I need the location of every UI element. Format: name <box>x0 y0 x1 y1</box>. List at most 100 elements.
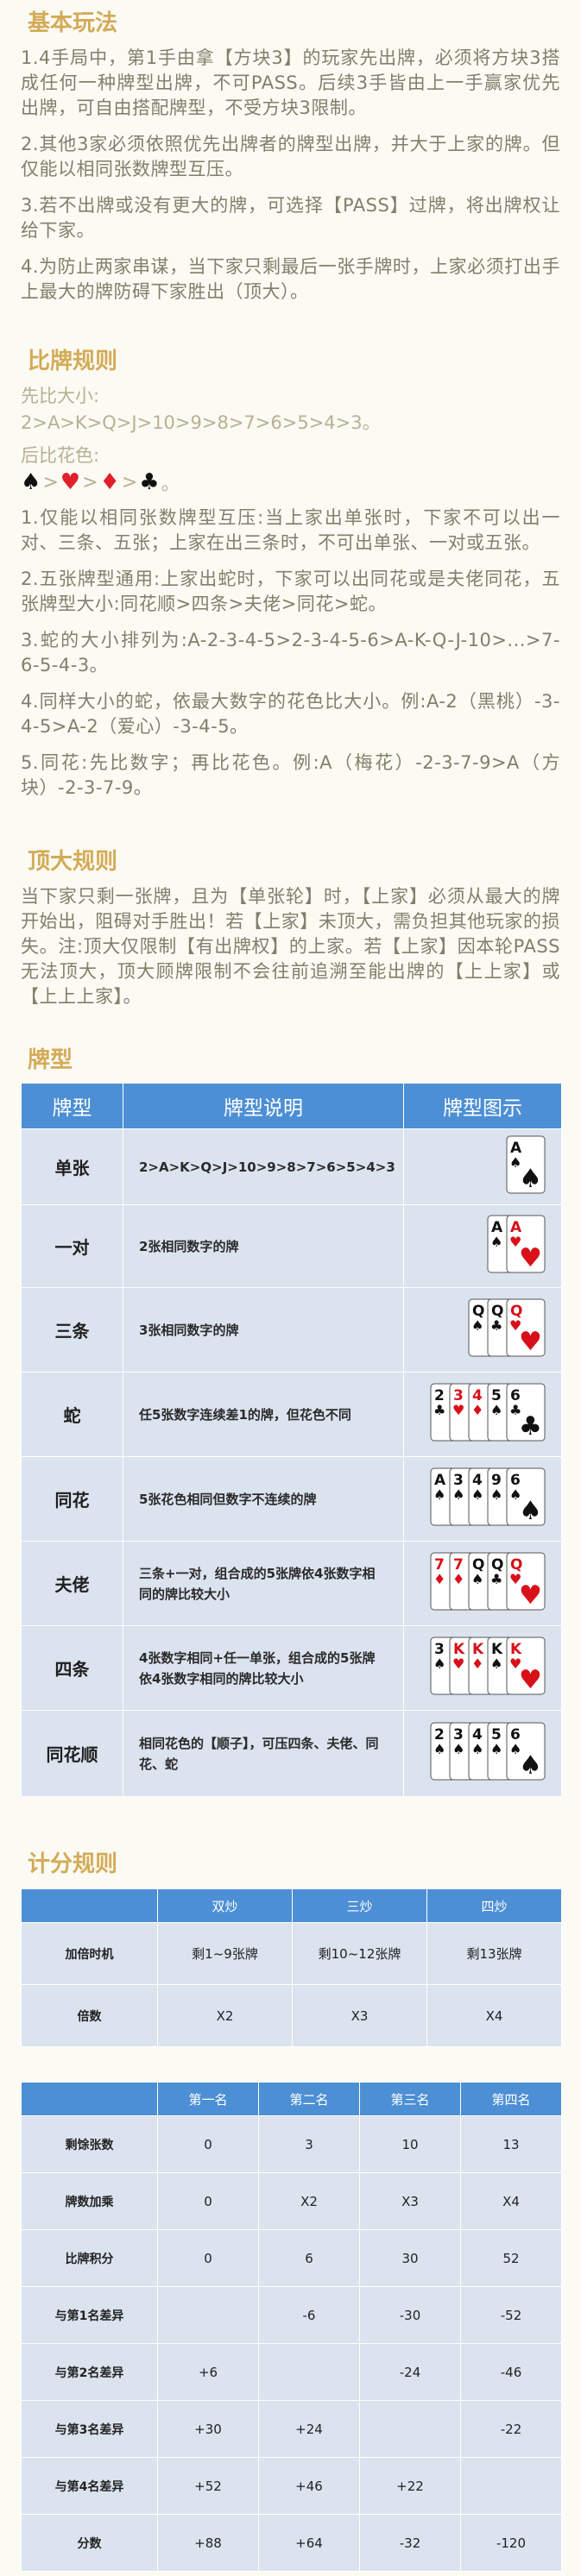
card-type-name: 三条 <box>21 1287 123 1373</box>
score-row-label: 加倍时机 <box>21 1922 158 1985</box>
score-section: 计分规则 双炒 三炒 四炒 加倍时机 剩1~9张牌 剩10~12张牌 剩13张牌 倍数 X2 X… <box>0 1846 581 2572</box>
svg-text:♣: ♣ <box>433 1402 445 1418</box>
score-row: 与第3名差异 +30 +24 -22 <box>21 2400 562 2458</box>
svg-text:♦: ♦ <box>471 1656 483 1672</box>
card-type-image: 3 ♠ K ♥ K ♦ K ♠ K ♥ ♥ <box>403 1625 562 1711</box>
playing-cards: 2♣3♥4♦5♠6♣♣ <box>430 1383 546 1442</box>
score-cell: +52 <box>157 2457 259 2515</box>
svg-text:♠: ♠ <box>519 1750 542 1781</box>
card-type-row: 四条 4张数字相同+任一单张，组合成的5张牌依4张数字相同的牌比较大小 3 ♠ K ♥ K ♦… <box>21 1625 562 1711</box>
svg-text:♠: ♠ <box>490 1234 502 1250</box>
card-type-image: A ♠ 3 ♠ 4 ♠ 9 ♠ 6 ♠ ♠ <box>403 1456 562 1542</box>
score-cell: 30 <box>359 2229 461 2287</box>
score-row: 分数 +88 +64 -32 -120 <box>21 2514 562 2572</box>
section-title-score: 计分规则 <box>28 1851 118 1877</box>
card-type-desc: 3张相同数字的牌 <box>123 1287 404 1373</box>
spade-icon: ♠ <box>21 469 41 495</box>
score-header-cell <box>21 2082 158 2116</box>
card-type-image: A ♠ ♠ <box>403 1128 562 1205</box>
score-cell <box>157 2286 259 2344</box>
suit-order: ♠ > ♥ > ♦ > ♣ 。 <box>0 468 581 497</box>
score-cell: -22 <box>460 2400 562 2458</box>
card-type-desc: 三条+一对，组合成的5张牌依4张数字相同的牌比较大小 <box>123 1541 404 1626</box>
score-cell: +6 <box>157 2343 259 2401</box>
playing-card: 6♠♠ <box>506 1467 546 1526</box>
greater-than: > <box>82 471 98 493</box>
score-cell: +88 <box>157 2514 259 2572</box>
card-type-row: 单张 2>A>K>Q>J>10>9>8>7>6>5>4>3 A ♠ ♠ <box>21 1128 562 1205</box>
score-cell: 52 <box>460 2229 562 2287</box>
score-cell: -120 <box>460 2514 562 2572</box>
card-type-row: 同花顺 相同花色的【顺子】，可压四条、夫佬、同花、蛇 2 ♠ 3 ♠ 4 ♠ 5 ♠ 6 ♠ ♠ <box>21 1710 562 1797</box>
score-cell <box>258 2343 360 2401</box>
second-compare-label: 后比花色: <box>21 445 100 466</box>
card-type-image: 2 ♣ 3 ♥ 4 ♦ 5 ♠ 6 ♣ ♣ <box>403 1372 562 1457</box>
card-type-image: 2 ♠ 3 ♠ 4 ♠ 5 ♠ 6 ♠ ♠ <box>403 1710 562 1797</box>
svg-text:♥: ♥ <box>519 1243 542 1273</box>
section-title-types: 牌型 <box>28 1047 73 1073</box>
svg-text:♠: ♠ <box>490 1741 502 1757</box>
card-type-row: 同花 5张花色相同但数字不连续的牌 A ♠ 3 ♠ 4 ♠ 9 ♠ 6 ♠ ♠ <box>21 1456 562 1542</box>
score-header-cell: 第三名 <box>359 2082 461 2116</box>
playing-cards: A♠♠ <box>506 1135 546 1194</box>
playing-cards: 7♦7♦Q♠Q♣Q♥♥ <box>430 1552 546 1611</box>
score-row-label: 与第3名差异 <box>21 2400 158 2458</box>
score-cell: 剩1~9张牌 <box>157 1922 293 1985</box>
first-compare-label: 先比大小: <box>21 386 100 406</box>
card-type-name: 夫佬 <box>21 1541 123 1626</box>
multiplier-table: 双炒 三炒 四炒 加倍时机 剩1~9张牌 剩10~12张牌 剩13张牌 倍数 X2 X3 X4 <box>21 1888 562 2047</box>
card-type-image: A ♠ A ♥ ♥ <box>403 1204 562 1288</box>
score-row-label: 与第4名差异 <box>21 2457 158 2515</box>
svg-text:♠: ♠ <box>471 1741 483 1757</box>
svg-text:♠: ♠ <box>490 1656 502 1672</box>
score-row-label: 剩馀张数 <box>21 2115 158 2173</box>
club-icon: ♣ <box>139 469 160 495</box>
basic-rule-1: 1.4手局中，第1手由拿【方块3】的玩家先出牌，必须将方块3搭成任何一种牌型出牌… <box>21 47 560 118</box>
score-cell <box>460 2457 562 2515</box>
svg-text:♠: ♠ <box>519 1164 542 1194</box>
rules-page: 基本玩法 1.4手局中，第1手由拿【方块3】的玩家先出牌，必须将方块3搭成任何一… <box>0 0 581 2576</box>
card-type-row: 夫佬 三条+一对，组合成的5张牌依4张数字相同的牌比较大小 7 ♦ 7 ♦ Q ♠ Q ♣ Q ♥ ♥ <box>21 1541 562 1626</box>
playing-cards: A♠A♥♥ <box>487 1215 546 1273</box>
playing-cards: A♠3♠4♠9♠6♠♠ <box>430 1467 546 1526</box>
playing-card: 6♣♣ <box>506 1383 546 1442</box>
score-cell: X3 <box>292 1984 427 2047</box>
score-cell: X4 <box>426 1984 562 2047</box>
score-row-label: 与第1名差异 <box>21 2286 158 2344</box>
card-types-header: 牌型 牌型说明 牌型图示 <box>21 1083 562 1129</box>
svg-text:♦: ♦ <box>433 1571 445 1587</box>
score-cell: +24 <box>258 2400 360 2458</box>
card-type-row: 蛇任5张数字连续差1的牌，但花色不同 2 ♣ 3 ♥ 4 ♦ 5 ♠ 6 ♣ ♣ <box>21 1372 562 1457</box>
card-type-desc: 2张相同数字的牌 <box>123 1204 404 1288</box>
score-table: 第一名 第二名 第三名 第四名 剩馀张数 0 3 10 13 牌数加乘 0 X2 X3 X4 比牌积分 0 6… <box>21 2082 562 2572</box>
playing-card: Q♥♥ <box>506 1298 546 1357</box>
svg-text:♦: ♦ <box>471 1402 483 1418</box>
card-types-table: 牌型 牌型说明 牌型图示 单张 2>A>K>Q>J>10>9>8>7>6>5>4>… <box>21 1083 562 1797</box>
score-header-cell: 第一名 <box>157 2082 259 2116</box>
playing-card: 6♠♠ <box>506 1722 546 1781</box>
card-type-desc: 4张数字相同+任一单张，组合成的5张牌依4张数字相同的牌比较大小 <box>123 1625 404 1711</box>
score-header-cell: 三炒 <box>292 1888 427 1923</box>
score-cell: -46 <box>460 2343 562 2401</box>
score-cell: 剩13张牌 <box>426 1922 562 1985</box>
card-type-name: 单张 <box>21 1128 123 1205</box>
types-section: 牌型 牌型 牌型说明 牌型图示 单张 2>A>K>Q>J>10>9>8>7>6>5… <box>0 1042 581 1797</box>
header-desc: 牌型说明 <box>123 1083 404 1129</box>
svg-text:♥: ♥ <box>519 1580 542 1611</box>
svg-text:♠: ♠ <box>471 1317 483 1334</box>
score-cell: X3 <box>359 2172 461 2230</box>
section-title-basic: 基本玩法 <box>28 10 118 36</box>
basic-rule-2: 2.其他3家必须依照优先出牌者的牌型出牌，并大于上家的牌。但仅能以相同张数牌型互… <box>21 134 560 179</box>
compare-rule-3: 3.蛇的大小排列为:A-2-3-4-5>2-3-4-5-6>A-K-Q-J-10… <box>21 630 560 675</box>
heart-icon: ♥ <box>60 469 81 495</box>
diamond-icon: ♦ <box>99 469 120 495</box>
playing-card: A♥♥ <box>506 1215 546 1273</box>
card-type-name: 四条 <box>21 1625 123 1711</box>
compare-rule-1: 1.仅能以相同张数牌型互压:当上家出单张时，下家不可以出一对、三条、五张；上家在… <box>21 507 560 553</box>
top-rule-section: 顶大规则 当下家只剩一张牌，且为【单张轮】时，【上家】必须从最大的牌开始出，阻碍… <box>0 844 581 1009</box>
playing-card: A♠♠ <box>506 1135 546 1194</box>
svg-text:♠: ♠ <box>433 1486 445 1503</box>
score-row: 牌数加乘 0 X2 X3 X4 <box>21 2172 562 2230</box>
score-cell: 3 <box>258 2115 360 2173</box>
score-row: 剩馀张数 0 3 10 13 <box>21 2115 562 2173</box>
